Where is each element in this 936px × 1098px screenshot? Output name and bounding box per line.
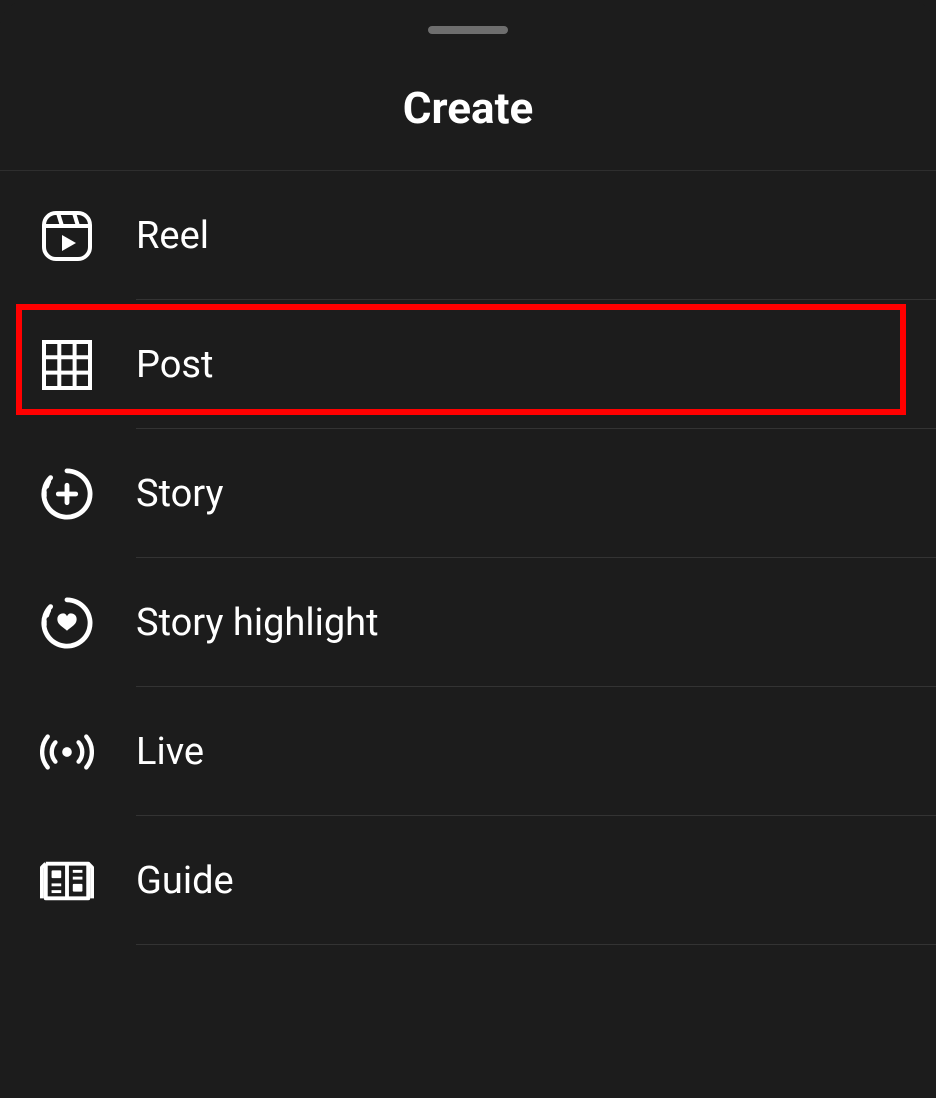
menu-item-label: Reel xyxy=(136,214,209,258)
menu-item-story-highlight[interactable]: Story highlight xyxy=(0,558,936,687)
menu-item-label: Story xyxy=(136,472,224,516)
menu-item-label: Post xyxy=(136,343,213,387)
live-icon xyxy=(40,725,94,779)
create-sheet: Create Reel xyxy=(0,0,936,1098)
menu-item-label: Story highlight xyxy=(136,601,379,645)
menu-item-story[interactable]: Story xyxy=(0,429,936,558)
menu-item-guide[interactable]: Guide xyxy=(0,816,936,945)
menu-item-reel[interactable]: Reel xyxy=(0,171,936,300)
story-add-icon xyxy=(40,467,94,521)
menu-item-label: Guide xyxy=(136,859,234,903)
drag-handle[interactable] xyxy=(428,26,508,34)
create-menu-list: Reel Post xyxy=(0,171,936,945)
menu-item-label: Live xyxy=(136,730,204,774)
grid-icon xyxy=(40,338,94,392)
menu-item-live[interactable]: Live xyxy=(0,687,936,816)
story-heart-icon xyxy=(40,596,94,650)
sheet-title: Create xyxy=(0,82,936,134)
guide-icon xyxy=(40,854,94,908)
reel-icon xyxy=(40,209,94,263)
menu-item-post[interactable]: Post xyxy=(0,300,936,429)
